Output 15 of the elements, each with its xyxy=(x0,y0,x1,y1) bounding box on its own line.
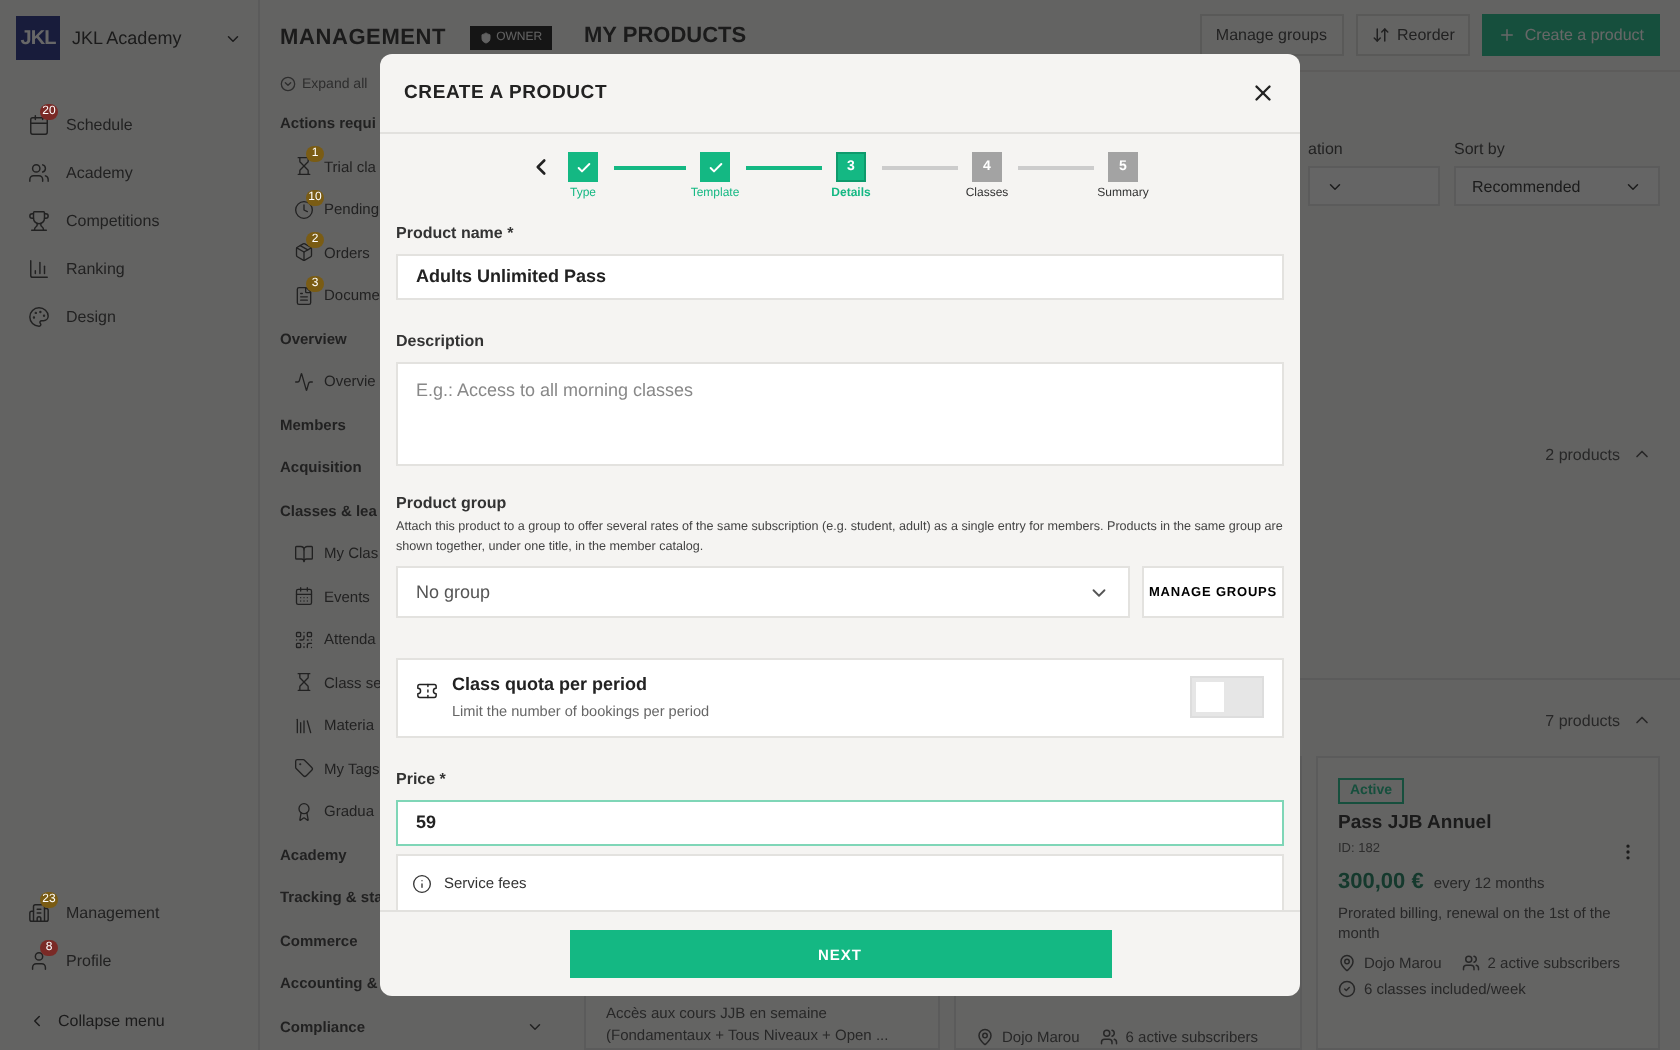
product-count: 7 products xyxy=(1545,711,1620,729)
section-title: MANAGEMENT xyxy=(280,26,447,50)
field-label: Description xyxy=(396,331,487,350)
filter-label: ation xyxy=(1308,140,1345,160)
field-label: Price * xyxy=(396,769,448,788)
product-count: 2 products xyxy=(1545,445,1620,463)
product-name: Pass JJB Annuel xyxy=(1338,812,1492,834)
academy-logo: JKL xyxy=(16,16,60,60)
modal-title: CREATE A PRODUCT xyxy=(404,82,608,104)
filter-label: Sort by xyxy=(1454,140,1507,160)
quota-title: Class quota per period xyxy=(452,674,650,695)
field-label: Product name * xyxy=(396,223,516,242)
page-title: MY PRODUCTS xyxy=(584,23,749,47)
product-price: 300,00 € xyxy=(1338,870,1424,894)
field-label: Product group xyxy=(396,493,509,512)
